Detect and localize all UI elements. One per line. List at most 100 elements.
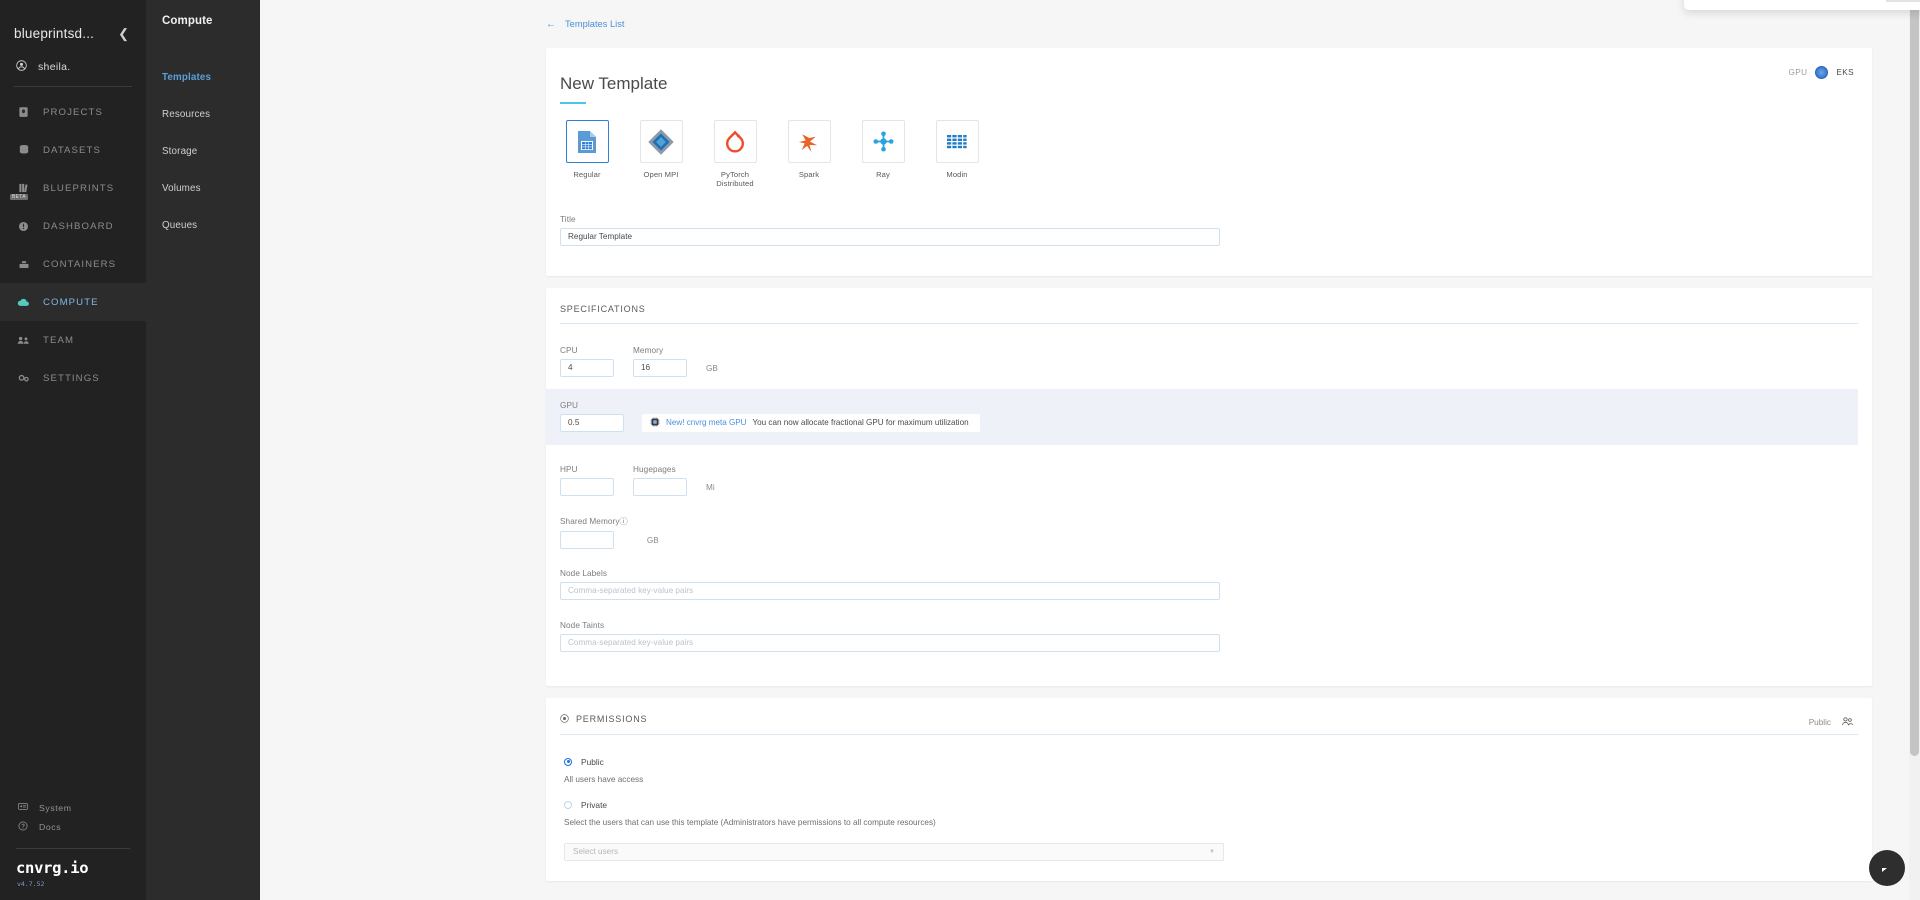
template-type-label: Spark xyxy=(798,170,820,179)
sidebar-item-team[interactable]: TEAM xyxy=(0,321,146,359)
memory-input[interactable] xyxy=(633,358,687,377)
sidebar-footer-label: Docs xyxy=(39,821,62,832)
sidebar-item-docs[interactable]: Docs xyxy=(0,817,146,836)
users-group-icon xyxy=(1841,716,1854,729)
sidebar-item-projects[interactable]: PROJECTS xyxy=(0,93,146,131)
partial-dialog-cutoff xyxy=(1684,0,1920,10)
hugepages-unit: Mi xyxy=(706,482,715,492)
specifications-heading: SPECIFICATIONS xyxy=(546,288,1872,314)
sidebar-item-dashboard[interactable]: DASHBOARD xyxy=(0,207,146,245)
template-type-regular[interactable]: Regular xyxy=(560,120,614,189)
hpu-field-group: HPU xyxy=(560,465,614,496)
template-type-ray[interactable]: Ray xyxy=(856,120,910,189)
sidebar-item-label: SETTINGS xyxy=(43,372,100,384)
user-row[interactable]: sheila. xyxy=(0,50,146,78)
private-radio[interactable] xyxy=(564,800,572,809)
status-badge: Public xyxy=(1808,717,1831,727)
permission-option-private[interactable]: Private Select the users that can use th… xyxy=(546,784,1872,827)
node-taints-input[interactable] xyxy=(560,633,1220,652)
cluster-type-toggle[interactable]: GPU EKS xyxy=(1788,66,1854,79)
sidebar-item-blueprints[interactable]: BETA BLUEPRINTS xyxy=(0,169,146,207)
node-taints-label: Node Taints xyxy=(560,620,605,630)
sidebar-item-datasets[interactable]: DATASETS xyxy=(0,131,146,169)
subnav-item-queues[interactable]: Queues xyxy=(146,207,260,244)
page-title: New Template xyxy=(560,74,668,93)
info-circle-icon[interactable]: ⓘ xyxy=(620,517,628,526)
hugepages-input[interactable] xyxy=(633,477,687,496)
subnav-item-volumes[interactable]: Volumes xyxy=(146,170,260,207)
docs-help-icon xyxy=(18,821,28,833)
dialog-placeholder-line xyxy=(1886,0,1920,2)
shared-memory-label: Shared Memoryⓘ xyxy=(560,515,628,527)
title-input[interactable] xyxy=(560,227,1220,246)
public-radio-label: Public xyxy=(581,756,604,767)
hugepages-label: Hugepages xyxy=(633,464,676,474)
cnvrg-logo: cnvrg.io xyxy=(16,859,89,877)
settings-gear-icon xyxy=(16,373,31,384)
footer-divider xyxy=(16,848,130,849)
app-version: v4.7.52 xyxy=(17,880,45,888)
breadcrumb-label: Templates List xyxy=(565,19,625,29)
sidebar-item-containers[interactable]: CONTAINERS xyxy=(0,245,146,283)
containers-icon xyxy=(16,259,31,270)
template-type-open-mpi[interactable]: Open MPI xyxy=(634,120,688,189)
primary-sidebar: blueprintsd... ❮ sheila. PROJECTS DATASE… xyxy=(0,0,146,900)
cpu-input[interactable] xyxy=(560,358,614,377)
template-type-pytorch-distributed[interactable]: PyTorch Distributed xyxy=(708,120,762,189)
permissions-heading: PERMISSIONS xyxy=(546,698,1872,725)
template-type-label: Ray xyxy=(876,170,890,179)
sidebar-divider xyxy=(14,86,132,87)
compute-cloud-icon xyxy=(16,297,31,307)
chevron-down-icon: ▼ xyxy=(1209,848,1215,855)
sidebar-item-label: PROJECTS xyxy=(43,106,103,118)
cpu-field-group: CPU xyxy=(560,346,614,377)
node-labels-input[interactable] xyxy=(560,581,1220,600)
template-type-spark[interactable]: Spark xyxy=(782,120,836,189)
gpu-highlight-band: GPU New! cnvrg meta GPU You can now allo… xyxy=(546,388,1858,445)
dashboard-icon xyxy=(16,221,31,232)
meta-gpu-promo[interactable]: New! cnvrg meta GPU You can now allocate… xyxy=(642,413,980,432)
scrollbar-thumb[interactable] xyxy=(1910,0,1919,756)
select-users-dropdown[interactable]: Select users ▼ xyxy=(564,842,1224,861)
shared-memory-label-text: Shared Memory xyxy=(560,516,620,526)
shared-memory-row: Shared Memoryⓘ GB xyxy=(546,496,1872,549)
org-switcher[interactable]: blueprintsd... ❮ xyxy=(0,16,146,50)
template-type-chooser: Regular Open MPI PyTorch Distributed Spa… xyxy=(546,104,1872,189)
permissions-heading-label: PERMISSIONS xyxy=(576,714,648,725)
specifications-heading-label: SPECIFICATIONS xyxy=(560,303,646,314)
sidebar-item-compute[interactable]: COMPUTE xyxy=(0,283,146,321)
datasets-icon xyxy=(16,144,31,156)
template-type-label: PyTorch Distributed xyxy=(716,170,754,189)
intercom-launcher-button[interactable] xyxy=(1869,850,1905,886)
toggle-knob[interactable] xyxy=(1815,66,1829,79)
page-scrollbar[interactable] xyxy=(1909,0,1920,900)
permission-option-public[interactable]: Public All users have access xyxy=(546,735,1872,784)
template-type-modin[interactable]: Modin xyxy=(930,120,984,189)
modin-bars-icon xyxy=(935,120,979,163)
gpu-input[interactable] xyxy=(560,413,624,432)
chevron-left-icon[interactable]: ❮ xyxy=(115,25,132,42)
sidebar-item-label: DATASETS xyxy=(43,144,102,156)
hpu-input[interactable] xyxy=(560,477,614,496)
shared-memory-input[interactable] xyxy=(560,530,614,549)
cnvrg-meta-gpu-icon xyxy=(650,417,660,429)
system-icon xyxy=(18,802,28,813)
sidebar-item-system[interactable]: System xyxy=(0,798,146,817)
meta-gpu-link[interactable]: New! cnvrg meta GPU xyxy=(666,418,747,427)
back-to-templates-list-link[interactable]: ← Templates List xyxy=(546,19,624,30)
open-mpi-diamond-icon xyxy=(639,120,683,163)
arrow-left-icon: ← xyxy=(546,18,556,30)
pytorch-flame-icon xyxy=(713,120,757,163)
permissions-status: Public xyxy=(1809,716,1854,729)
public-radio-row[interactable]: Public xyxy=(564,757,1872,767)
regular-file-grid-icon xyxy=(565,120,609,163)
private-radio-row[interactable]: Private xyxy=(564,800,1872,810)
memory-field-group: Memory xyxy=(633,346,687,377)
template-type-label: Modin xyxy=(946,170,968,179)
toggle-label-gpu: GPU xyxy=(1788,68,1808,77)
subnav-item-templates[interactable]: Templates xyxy=(146,59,260,96)
subnav-item-storage[interactable]: Storage xyxy=(146,133,260,170)
sidebar-item-settings[interactable]: SETTINGS xyxy=(0,359,146,397)
public-radio[interactable] xyxy=(564,757,572,766)
subnav-item-resources[interactable]: Resources xyxy=(146,96,260,133)
